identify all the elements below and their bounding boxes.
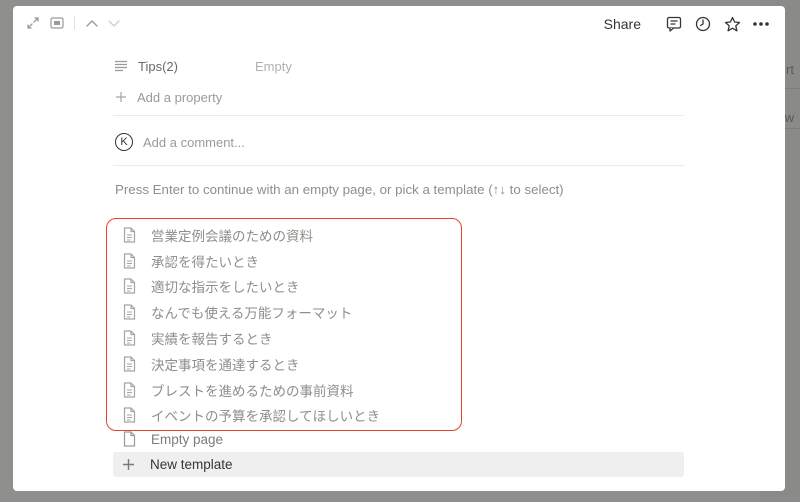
more-icon[interactable]	[751, 14, 771, 34]
share-button[interactable]: Share	[604, 16, 641, 32]
background-text: w	[784, 110, 794, 125]
plus-icon	[113, 89, 129, 105]
expand-icon[interactable]	[24, 15, 42, 31]
plus-icon	[120, 457, 136, 473]
add-property-label: Add a property	[137, 89, 223, 105]
divider	[113, 165, 684, 166]
empty-page-option[interactable]: Empty page	[113, 429, 223, 449]
clock-icon[interactable]	[693, 14, 713, 34]
new-template-button[interactable]: New template	[113, 452, 684, 477]
toolbar-divider	[74, 16, 75, 30]
comment-input[interactable]: K Add a comment...	[115, 132, 245, 152]
new-template-label: New template	[150, 457, 233, 472]
comment-icon[interactable]	[664, 14, 684, 34]
document-icon	[119, 430, 139, 448]
highlight-annotation	[106, 218, 462, 431]
property-value[interactable]: Empty	[255, 59, 292, 74]
star-icon[interactable]	[722, 14, 742, 34]
sidepeek-icon[interactable]	[48, 15, 66, 31]
divider	[113, 115, 684, 116]
empty-page-label: Empty page	[151, 431, 224, 447]
comment-placeholder: Add a comment...	[143, 134, 245, 150]
add-property-button[interactable]: Add a property	[113, 87, 222, 107]
property-row[interactable]: Tips(2) Empty	[113, 56, 292, 76]
page-modal: Share Tips(2) Empty Add a property K Add…	[13, 6, 785, 491]
chevron-up-icon[interactable]	[83, 15, 101, 31]
background-text: rt	[786, 62, 794, 77]
text-lines-icon	[113, 58, 129, 74]
modal-topbar: Share	[13, 6, 785, 40]
chevron-down-icon[interactable]	[105, 15, 123, 31]
avatar: K	[115, 133, 133, 151]
property-name: Tips(2)	[138, 58, 178, 74]
template-prompt: Press Enter to continue with an empty pa…	[115, 182, 564, 197]
